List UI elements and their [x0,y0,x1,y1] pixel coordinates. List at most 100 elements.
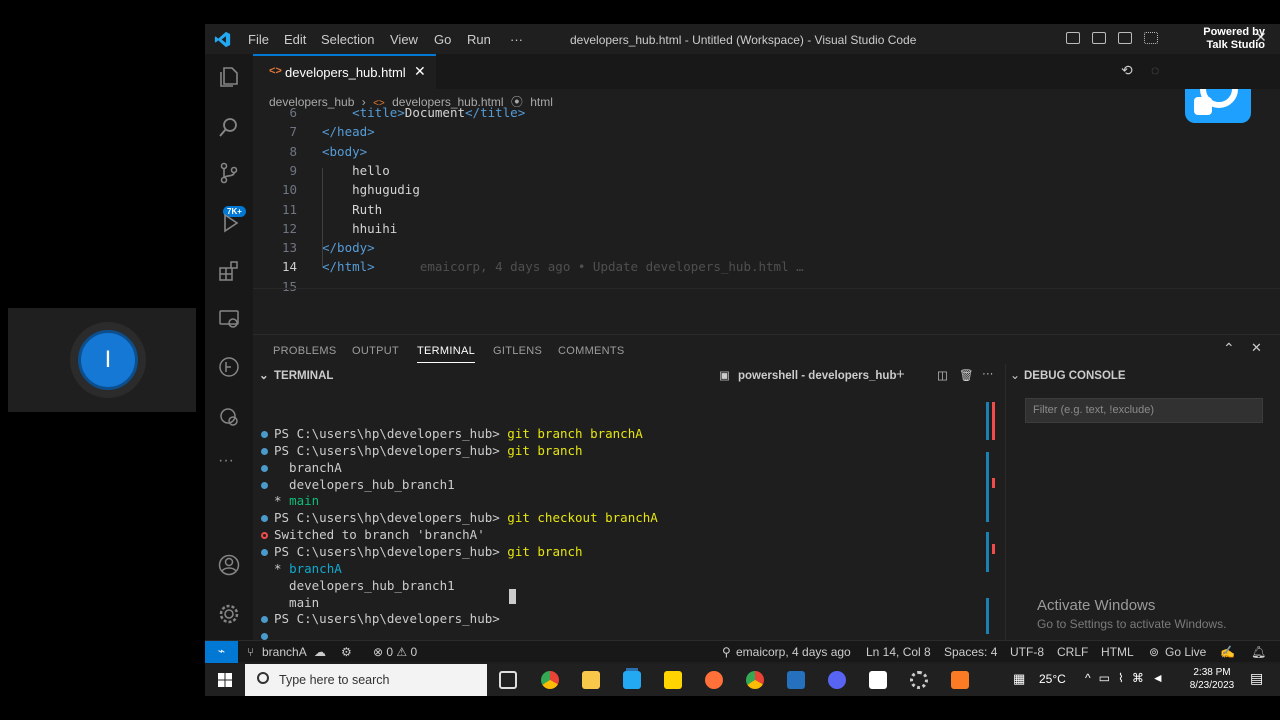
output-text: main [274,594,320,610]
search-icon[interactable] [218,116,240,138]
explorer-icon[interactable] [218,66,240,88]
customize-layout-icon[interactable] [1144,32,1158,44]
menu-view[interactable]: View [390,32,418,47]
remote-explorer-icon[interactable] [218,308,240,330]
settings-taskbar-icon[interactable] [910,671,928,689]
command-decoration[interactable] [261,431,268,438]
new-terminal-icon[interactable]: + [896,366,905,383]
powered-by-text: Powered by [1203,26,1265,38]
panel-tabs: PROBLEMS OUTPUT TERMINAL GITLENS COMMENT… [253,334,1280,364]
gitlens-revision-icon[interactable]: ⟲ [1121,62,1133,79]
remote-indicator-icon[interactable]: ⌁ [205,641,238,663]
command-decoration[interactable] [261,515,268,523]
taskbar-temperature[interactable]: 25°C [1039,672,1066,686]
terminal-header: ⌄ TERMINAL ▣ powershell - developers_hub… [253,364,1005,388]
powershell-taskbar-icon[interactable] [787,671,805,689]
terminal-line: branchA [274,460,342,475]
notifications-bell-icon[interactable]: 🔔︎ [1251,645,1266,659]
terminal-line: * main [274,493,319,508]
tab-developers-hub-html[interactable]: <> developers_hub.html ✕ [253,54,436,89]
taskbar-date: 8/23/2023 [1189,680,1235,691]
code-editor[interactable]: 6 <title>Document</title> 7 </head> 8 <body>… [253,105,1280,334]
close-panel-icon[interactable]: ✕ [1251,340,1262,356]
extensions-icon[interactable] [218,260,240,282]
status-language[interactable]: HTML [1101,645,1134,659]
terminal-shell-name[interactable]: powershell - developers_hub [738,370,896,382]
sticky-notes-icon[interactable] [664,671,682,689]
tab-output[interactable]: OUTPUT [352,345,399,357]
kill-terminal-icon[interactable]: 🗑 [959,368,974,382]
gitlens-status-icon[interactable]: ⚙ [341,645,352,659]
status-go-live[interactable]: Go Live [1165,645,1206,659]
command-decoration[interactable] [261,548,268,556]
firefox-icon[interactable] [705,671,723,689]
status-position[interactable]: Ln 14, Col 8 [866,645,931,659]
command-decoration[interactable] [261,447,268,455]
command-decoration[interactable] [261,532,268,540]
windows-start-icon[interactable] [218,673,232,687]
taskbar-clock[interactable]: 2:38 PM 8/23/2023 [1184,666,1240,692]
status-bar: ⌁ ⑂ branchA ☁ ⚙ ⊗ 0 ⚠ 0 ⚲ emaicorp, 4 da… [205,640,1280,663]
notification-center-icon[interactable]: ▤ [1250,670,1263,687]
menu-go[interactable]: Go [434,32,451,47]
close-tab-icon[interactable]: ✕ [414,63,426,80]
tab-problems[interactable]: PROBLEMS [273,345,337,357]
terminal-output[interactable]: PS C:\users\hp\developers_hub> git branc… [253,388,1005,640]
chrome-profile-icon[interactable] [746,671,764,689]
weather-icon[interactable]: ▦ [1013,671,1025,687]
gitlens-icon[interactable] [218,356,240,378]
tradingview-icon[interactable] [869,671,887,689]
status-blame[interactable]: emaicorp, 4 days ago [736,645,851,659]
settings-gear-icon[interactable] [218,603,240,625]
sync-icon[interactable]: ☁ [314,645,326,659]
command-decoration[interactable] [261,481,268,489]
menu-edit[interactable]: Edit [284,32,306,47]
source-control-icon[interactable] [218,162,240,184]
output-text: developers_hub_branch1 [274,476,455,492]
toggle-panel-icon[interactable] [1092,32,1106,44]
taskbar-search-box[interactable]: Type here to search [245,664,487,696]
breadcrumb-symbol[interactable]: html [530,95,553,109]
menu-more[interactable]: ··· [510,32,523,47]
status-branch[interactable]: branchA [262,645,307,659]
open-changes-icon[interactable]: ◌ [1151,62,1159,78]
menu-run[interactable]: Run [467,32,491,47]
copilot-icon[interactable]: ✍ [1220,645,1235,659]
maximize-panel-icon[interactable]: ⌃ [1223,340,1235,357]
status-eol[interactable]: CRLF [1057,645,1088,659]
menu-file[interactable]: File [248,32,269,47]
debug-filter-input[interactable]: Filter (e.g. text, !exclude) [1025,398,1263,423]
menu-selection[interactable]: Selection [321,32,374,47]
terminal-line: PS C:\users\hp\developers_hub> git check… [274,510,658,525]
more-views-icon[interactable]: ··· [218,452,234,470]
command-decoration[interactable] [261,464,268,472]
run-debug-icon[interactable] [218,212,240,234]
discord-icon[interactable] [828,671,846,689]
status-spaces[interactable]: Spaces: 4 [944,645,997,659]
terminal-more-icon[interactable]: ··· [982,368,994,380]
file-explorer-icon[interactable] [582,671,600,689]
task-view-icon[interactable] [499,671,517,689]
code-tag: </body> [322,240,375,256]
debug-chevron-icon[interactable]: ⌄ [1010,368,1020,382]
terminal-chevron-icon[interactable]: ⌄ [259,368,269,382]
xampp-icon[interactable] [951,671,969,689]
gitlens-inspect-icon[interactable] [218,406,240,428]
tab-gitlens[interactable]: GITLENS [493,345,542,357]
split-terminal-icon[interactable]: ◫ [937,368,948,382]
tab-comments[interactable]: COMMENTS [558,345,625,357]
terminal-line: developers_hub_branch1 [274,477,455,492]
status-encoding[interactable]: UTF-8 [1010,645,1044,659]
line-number: 7 [289,124,297,140]
toggle-secondary-sidebar-icon[interactable] [1118,32,1132,44]
chrome-icon[interactable] [541,671,559,689]
accounts-icon[interactable] [218,554,240,576]
system-tray-icons[interactable]: ^▭⌇⌘◄ [1085,671,1172,685]
tab-terminal[interactable]: TERMINAL [417,345,476,363]
code-text: hello [352,162,390,178]
command-decoration[interactable] [261,616,268,624]
output-text: branchA [274,459,342,475]
status-problems[interactable]: ⊗ 0 ⚠ 0 [373,645,417,659]
vscode-taskbar-icon[interactable] [623,671,641,689]
toggle-primary-sidebar-icon[interactable] [1066,32,1080,44]
